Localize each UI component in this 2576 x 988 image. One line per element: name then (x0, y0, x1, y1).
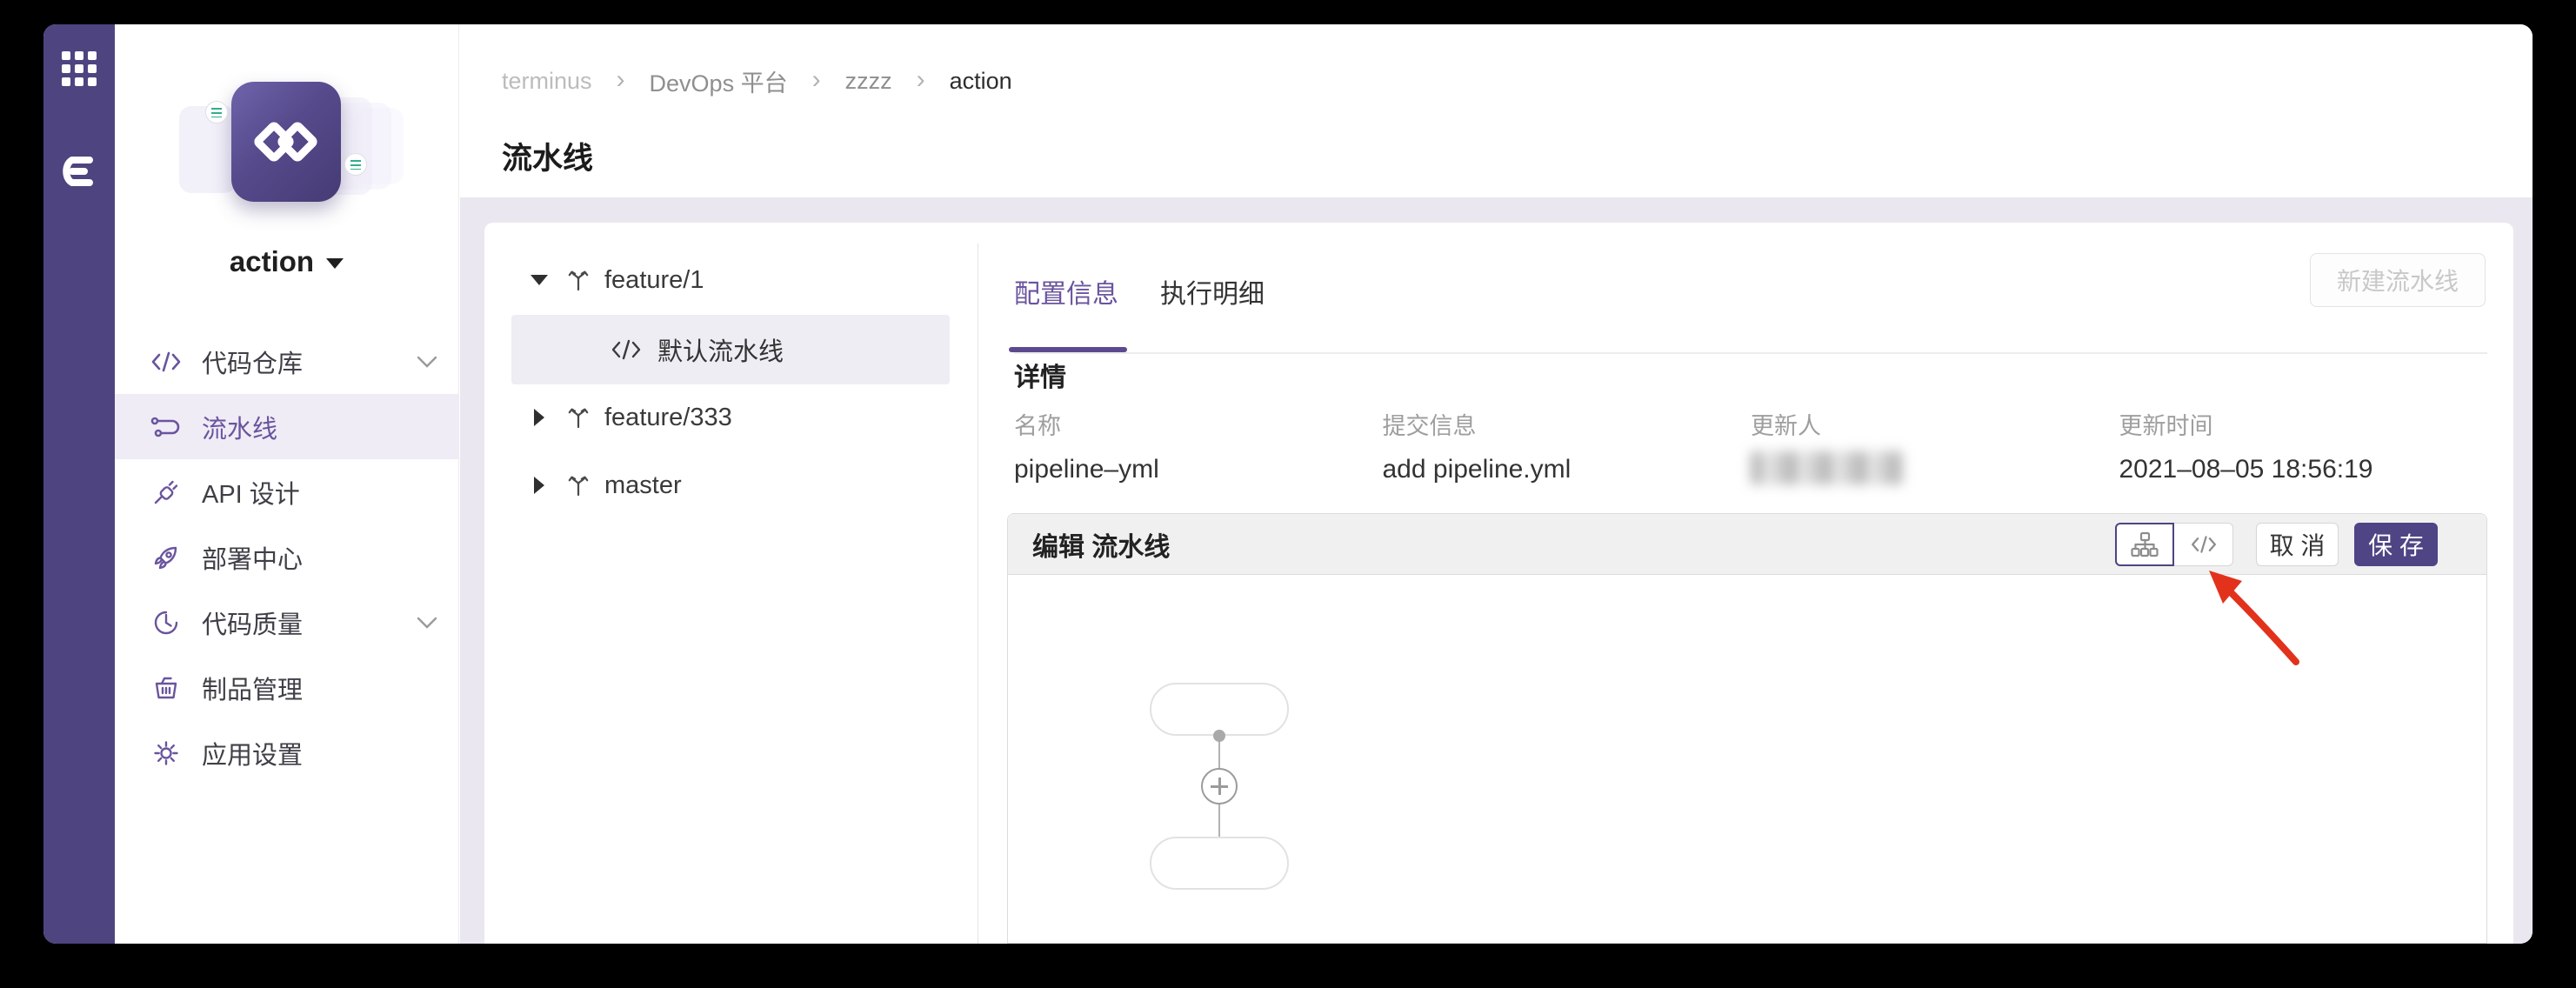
tree-branch-label: master (604, 471, 682, 500)
sidebar-item-code-repo[interactable]: 代码仓库 (115, 329, 458, 394)
add-stage-button[interactable] (1201, 768, 1238, 804)
pipeline-editor: 编辑 流水线 (1007, 513, 2487, 944)
tabs-divider (1014, 352, 2487, 354)
editor-header: 编辑 流水线 (1008, 514, 2486, 575)
app-switcher-caret-icon (326, 258, 344, 269)
field-updated-by: 更新人 (1751, 407, 2119, 484)
screen: { "breadcrumb": { "sep": "›", "items": [… (0, 0, 2576, 988)
details-heading: 详情 (1014, 356, 1066, 394)
sidebar-item-code-quality[interactable]: 代码质量 (115, 590, 458, 655)
sidebar-item-pipeline[interactable]: 流水线 (115, 394, 458, 459)
field-label: 更新人 (1751, 407, 2119, 441)
field-name: 名称 pipeline–yml (1014, 407, 1383, 484)
tab-config-info[interactable]: 配置信息 (1014, 272, 1118, 352)
breadcrumb-item-project[interactable]: zzzz (845, 68, 892, 95)
pipeline-stage-node[interactable] (1150, 683, 1289, 736)
tree-branch-label: feature/333 (604, 404, 732, 432)
updated-by-value-redacted (1751, 451, 1903, 484)
sidebar-item-label: API 设计 (202, 474, 300, 511)
app-grid-icon[interactable] (61, 50, 97, 87)
api-design-icon (150, 477, 183, 507)
tree-branch-feature-1[interactable]: feature/1 (484, 257, 704, 303)
git-branch-icon (565, 472, 591, 498)
sidebar-menu: 代码仓库 流水线 API 设计 部署 (115, 329, 458, 785)
field-value: add pipeline.yml (1383, 455, 1752, 484)
breadcrumb-item-platform[interactable]: DevOps 平台 (650, 64, 788, 98)
view-mode-switch (2115, 523, 2233, 566)
main-area: feature/1 默认流水线 feature/333 (460, 197, 2533, 944)
sidebar-item-label: 应用设置 (202, 735, 303, 771)
sidebar-item-label: 制品管理 (202, 670, 303, 706)
platform-rail (43, 24, 115, 944)
breadcrumb-item-app[interactable]: action (950, 68, 1012, 95)
breadcrumb: terminus › DevOps 平台 › zzzz › action (502, 64, 1012, 98)
caret-collapsed-icon[interactable] (526, 409, 552, 426)
app-switcher[interactable]: action (115, 245, 458, 278)
tree-branch-label: feature/1 (604, 266, 704, 295)
app-window: action 代码仓库 流水线 (43, 24, 2533, 944)
settings-icon (150, 738, 183, 768)
sidebar-item-api-design[interactable]: API 设计 (115, 459, 458, 524)
code-repo-icon (150, 347, 183, 377)
tab-execution-detail[interactable]: 执行明细 (1160, 272, 1265, 352)
pipeline-canvas (1008, 575, 2486, 943)
app-sidebar: action 代码仓库 流水线 (115, 24, 459, 944)
page-title: 流水线 (502, 134, 593, 178)
detail-tabs: 配置信息 执行明细 (1014, 272, 1265, 352)
field-value: pipeline–yml (1014, 455, 1383, 484)
tree-branch-feature-333[interactable]: feature/333 (484, 395, 732, 440)
sidebar-item-label: 代码仓库 (202, 344, 303, 380)
chevron-down-icon (417, 617, 437, 629)
pipeline-stage-node[interactable] (1150, 837, 1289, 890)
sidebar-item-artifacts[interactable]: 制品管理 (115, 655, 458, 720)
git-branch-icon (565, 267, 591, 293)
details-fields: 名称 pipeline–yml 提交信息 add pipeline.yml 更新… (1014, 407, 2487, 484)
app-logo-tile (231, 82, 341, 202)
app-switcher-name: action (230, 245, 314, 277)
field-label: 更新时间 (2119, 407, 2488, 441)
sidebar-item-deploy-center[interactable]: 部署中心 (115, 524, 458, 590)
editor-title: 编辑 流水线 (1032, 525, 1170, 564)
tree-item-default-pipeline[interactable]: 默认流水线 (511, 315, 950, 384)
connector-dot (1213, 730, 1225, 742)
content-header: terminus › DevOps 平台 › zzzz › action 流水线 (460, 24, 2533, 197)
chevron-down-icon (417, 356, 437, 368)
pipeline-detail-region: 配置信息 执行明细 新建流水线 详情 名称 pipeline–yml 提交信息 … (978, 223, 2513, 944)
pipeline-icon (150, 412, 183, 442)
field-label: 名称 (1014, 407, 1383, 441)
editor-actions: 取 消 保 存 (2115, 523, 2438, 566)
breadcrumb-separator-icon: › (917, 67, 925, 97)
sidebar-item-label: 代码质量 (202, 604, 303, 641)
code-view-button[interactable] (2174, 523, 2233, 566)
field-commit-message: 提交信息 add pipeline.yml (1383, 407, 1752, 484)
sidebar-item-app-settings[interactable]: 应用设置 (115, 720, 458, 785)
erda-badge-icon (344, 153, 367, 176)
artifacts-icon (150, 673, 183, 703)
breadcrumb-separator-icon: › (812, 67, 821, 97)
caret-expanded-icon[interactable] (526, 275, 552, 285)
pipeline-card: feature/1 默认流水线 feature/333 (484, 223, 2513, 944)
erda-logo-icon[interactable] (60, 155, 98, 188)
caret-collapsed-icon[interactable] (526, 477, 552, 494)
tree-branch-master[interactable]: master (484, 463, 682, 508)
code-file-icon (609, 337, 644, 362)
breadcrumb-item-org[interactable]: terminus (502, 68, 592, 95)
erda-badge-icon (205, 101, 228, 124)
cancel-button[interactable]: 取 消 (2256, 523, 2339, 566)
field-updated-time: 更新时间 2021–08–05 18:56:19 (2119, 407, 2488, 484)
sidebar-item-label: 流水线 (202, 409, 277, 445)
save-button[interactable]: 保 存 (2354, 523, 2438, 566)
field-label: 提交信息 (1383, 407, 1752, 441)
deploy-icon (150, 543, 183, 572)
git-branch-icon (565, 404, 591, 431)
breadcrumb-separator-icon: › (617, 67, 625, 97)
graph-view-button[interactable] (2115, 523, 2174, 566)
sidebar-item-label: 部署中心 (202, 539, 303, 576)
new-pipeline-button[interactable]: 新建流水线 (2310, 253, 2486, 307)
tree-item-label: 默认流水线 (657, 331, 784, 368)
logo-diamond-icon (276, 120, 320, 164)
quality-icon (150, 608, 183, 638)
field-value: 2021–08–05 18:56:19 (2119, 455, 2488, 484)
app-logo (174, 77, 400, 216)
